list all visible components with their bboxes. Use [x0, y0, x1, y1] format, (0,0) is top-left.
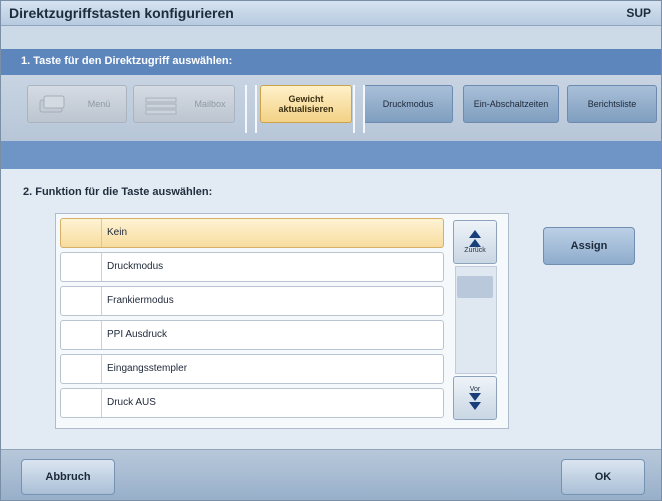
list-item-label: Kein [107, 227, 128, 238]
assign-button[interactable]: Assign [543, 227, 635, 265]
list-item-marker [61, 355, 102, 383]
list-item-ppi-ausdruck[interactable]: PPI Ausdruck [60, 320, 444, 350]
scroll-up-button[interactable]: Zurück [453, 220, 497, 264]
ok-button[interactable]: OK [561, 459, 645, 495]
tab-gewicht-label: Gewicht aktualisieren [278, 94, 334, 114]
arrow-down-icon [469, 402, 481, 410]
footer-bar: Abbruch OK [1, 449, 661, 500]
step2-heading: 2. Funktion für die Taste auswählen: [23, 186, 213, 198]
arrow-up-icon [469, 239, 481, 247]
list-item-label: Druckmodus [107, 261, 164, 272]
tab-druckmodus[interactable]: Druckmodus [363, 85, 453, 123]
tab-mailbox-label: Mailbox [194, 99, 226, 109]
list-item-label: PPI Ausdruck [107, 329, 168, 340]
tab-menu-label: Menü [87, 99, 111, 109]
step1-heading: 1. Taste für den Direktzugriff auswählen… [21, 55, 233, 67]
title-bar: Direktzugriffstasten konfigurieren SUP [1, 1, 661, 26]
scroll-up-label: Zurück [464, 247, 486, 254]
list-item-frankiermodus[interactable]: Frankiermodus [60, 286, 444, 316]
tab-gewicht-aktualisieren[interactable]: Gewicht aktualisieren [260, 85, 352, 123]
list-item-druck-aus[interactable]: Druck AUS [60, 388, 444, 418]
scroll-down-button[interactable]: Vor [453, 376, 497, 420]
list-scrollbar[interactable]: Zurück Vor [451, 218, 503, 424]
tab-ein-abschaltzeiten[interactable]: Ein-Abschaltzeiten [463, 85, 559, 123]
selection-bracket-right [353, 85, 365, 133]
dialog-window: Direktzugriffstasten konfigurieren SUP 1… [0, 0, 662, 501]
list-item-marker [61, 287, 102, 315]
list-item-marker [61, 389, 102, 417]
cancel-button[interactable]: Abbruch [21, 459, 115, 495]
list-item-druckmodus[interactable]: Druckmodus [60, 252, 444, 282]
tab-berichtsliste[interactable]: Berichtsliste [567, 85, 657, 123]
tab-ein-abschaltzeiten-label: Ein-Abschaltzeiten [473, 99, 549, 109]
tab-mailbox: Mailbox [133, 85, 235, 123]
tab-berichtsliste-label: Berichtsliste [587, 99, 637, 109]
scroll-thumb[interactable] [457, 276, 493, 298]
list-item-label: Frankiermodus [107, 295, 174, 306]
menu-card-icon [38, 94, 68, 118]
header-stripe [1, 26, 661, 49]
step2-section: 2. Funktion für die Taste auswählen: Kei… [1, 169, 661, 449]
step1-header: 1. Taste für den Direktzugriff auswählen… [1, 49, 661, 75]
mailbox-icon [144, 94, 178, 118]
list-item-marker [61, 253, 102, 281]
window-title: Direktzugriffstasten konfigurieren [9, 5, 234, 21]
selection-bracket-left [245, 85, 257, 133]
arrow-down-icon [469, 393, 481, 401]
list-item-marker [61, 219, 102, 247]
user-label: SUP [626, 6, 651, 20]
arrow-up-icon [469, 230, 481, 238]
tab-druckmodus-label: Druckmodus [382, 99, 434, 109]
list-item-marker [61, 321, 102, 349]
list-item-label: Eingangsstempler [107, 363, 188, 374]
tab-menu: Menü [27, 85, 127, 123]
list-item-label: Druck AUS [107, 397, 156, 408]
function-list: Kein Druckmodus Frankiermodus PPI Ausdru… [55, 213, 509, 429]
list-item-kein[interactable]: Kein [60, 218, 444, 248]
list-item-eingangsstempler[interactable]: Eingangsstempler [60, 354, 444, 384]
shortcut-key-tabs: Menü Mailbox Gewicht aktualisieren Druck… [1, 75, 661, 141]
scroll-down-label: Vor [469, 386, 481, 393]
section-divider [1, 141, 661, 169]
